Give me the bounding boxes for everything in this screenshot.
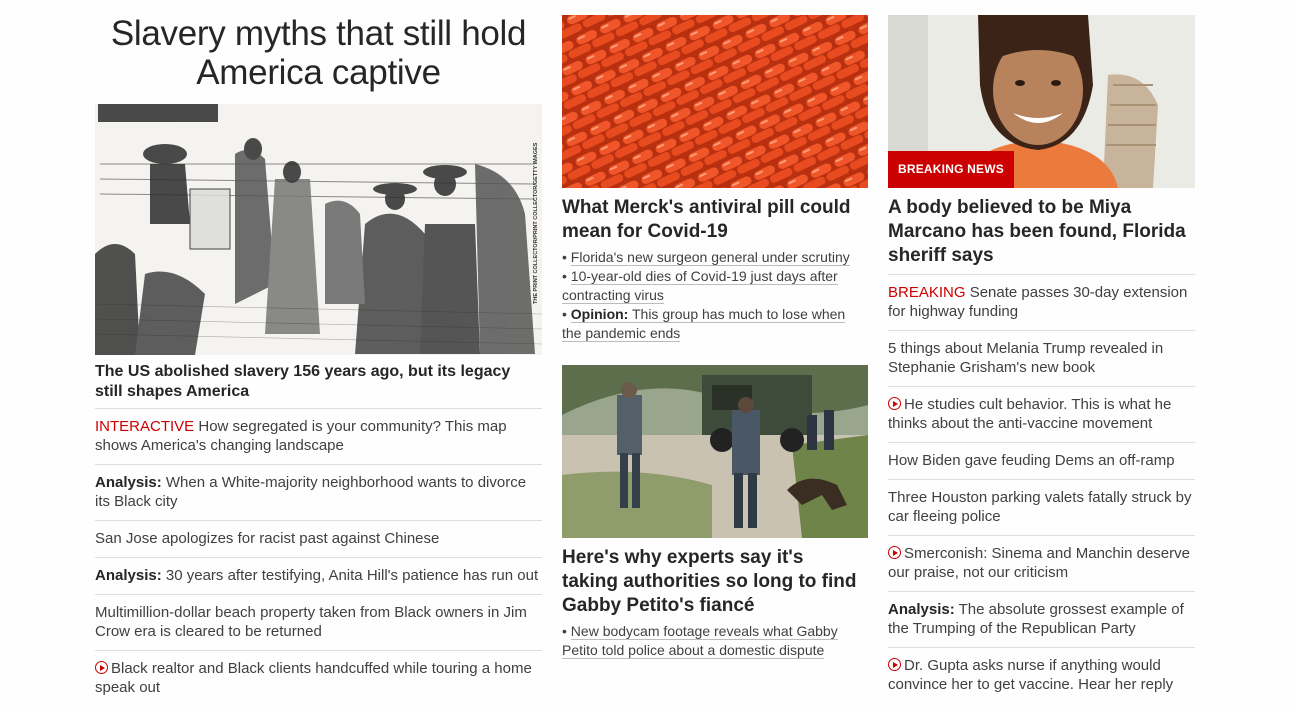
play-video-icon xyxy=(95,661,108,674)
slavery-illustration[interactable]: THE PRINT COLLECTOR/PRINT COLLECTOR/GETT… xyxy=(95,104,542,355)
list-item[interactable]: San Jose apologizes for racist past agai… xyxy=(95,520,542,557)
list-item[interactable]: Analysis: 30 years after testifying, Ani… xyxy=(95,557,542,594)
bullet-item: • Opinion: This group has much to lose w… xyxy=(562,306,846,342)
list-item[interactable]: Dr. Gupta asks nurse if anything would c… xyxy=(888,647,1195,703)
marcano-headline[interactable]: A body believed to be Miya Marcano has b… xyxy=(888,196,1188,268)
play-video-icon xyxy=(888,658,901,671)
opinion-tag: Opinion: xyxy=(570,306,629,322)
bullet-link[interactable]: Florida's new surgeon general under scru… xyxy=(570,249,850,266)
list-item[interactable]: He studies cult behavior. This is what h… xyxy=(888,386,1195,442)
play-video-icon xyxy=(888,397,901,410)
list-item[interactable]: BREAKING Senate passes 30-day extension … xyxy=(888,274,1195,330)
petito-headline[interactable]: Here's why experts say it's taking autho… xyxy=(562,546,862,618)
analysis-tag: Analysis: xyxy=(95,474,162,491)
list-item-text: He studies cult behavior. This is what h… xyxy=(888,396,1172,432)
play-video-icon xyxy=(888,546,901,559)
analysis-tag: Analysis: xyxy=(95,567,162,584)
bullet-item: • 10-year-old dies of Covid-19 just days… xyxy=(562,268,838,304)
analysis-tag: Analysis: xyxy=(888,601,955,618)
list-item[interactable]: How Biden gave feuding Dems an off-ramp xyxy=(888,442,1195,479)
list-item[interactable]: Analysis: When a White-majority neighbor… xyxy=(95,464,542,520)
list-item-text: 5 things about Melania Trump revealed in… xyxy=(888,340,1164,376)
interactive-tag: INTERACTIVE xyxy=(95,418,195,435)
bullet-item: • New bodycam footage reveals what Gabby… xyxy=(562,623,838,659)
bullet-item: • Florida's new surgeon general under sc… xyxy=(562,249,850,266)
search-party-image[interactable] xyxy=(562,365,868,538)
list-item-text: How Biden gave feuding Dems an off-ramp xyxy=(888,452,1175,469)
list-item-text: Black realtor and Black clients handcuff… xyxy=(95,660,532,696)
list-item[interactable]: Black realtor and Black clients handcuff… xyxy=(95,650,542,706)
list-item-text: San Jose apologizes for racist past agai… xyxy=(95,530,440,547)
list-item-text: Smerconish: Sinema and Manchin deserve o… xyxy=(888,545,1190,581)
pills-art xyxy=(562,15,868,188)
breaking-tag: BREAKING xyxy=(888,284,966,301)
list-item-text: 30 years after testifying, Anita Hill's … xyxy=(165,567,539,584)
merck-headline[interactable]: What Merck's antiviral pill could mean f… xyxy=(562,196,862,244)
search-party-art xyxy=(562,365,868,538)
list-item[interactable]: Multimillion-dollar beach property taken… xyxy=(95,594,542,650)
main-headline[interactable]: The US abolished slavery 156 years ago, … xyxy=(95,362,542,402)
pills-image[interactable] xyxy=(562,15,868,188)
feature-title[interactable]: Slavery myths that still hold America ca… xyxy=(95,14,542,92)
marcano-photo[interactable]: BREAKING NEWS xyxy=(888,15,1195,188)
merck-bullets: • Florida's new surgeon general under sc… xyxy=(562,248,868,343)
related-list: INTERACTIVE How segregated is your commu… xyxy=(95,408,542,706)
list-item[interactable]: Three Houston parking valets fatally str… xyxy=(888,479,1195,535)
petito-bullets: • New bodycam footage reveals what Gabby… xyxy=(562,622,868,660)
bullet-link[interactable]: New bodycam footage reveals what Gabby P… xyxy=(562,623,838,659)
list-item-text: Multimillion-dollar beach property taken… xyxy=(95,604,527,640)
breaking-news-badge: BREAKING NEWS xyxy=(888,151,1014,188)
list-item[interactable]: 5 things about Melania Trump revealed in… xyxy=(888,330,1195,386)
image-credit: THE PRINT COLLECTOR/PRINT COLLECTOR/GETT… xyxy=(533,142,539,304)
list-item[interactable]: Smerconish: Sinema and Manchin deserve o… xyxy=(888,535,1195,591)
list-item[interactable]: INTERACTIVE How segregated is your commu… xyxy=(95,408,542,464)
list-item-text: Three Houston parking valets fatally str… xyxy=(888,489,1192,525)
engraving-art xyxy=(95,104,542,355)
bullet-link[interactable]: 10-year-old dies of Covid-19 just days a… xyxy=(562,268,838,304)
list-item-text: Dr. Gupta asks nurse if anything would c… xyxy=(888,657,1174,693)
list-item[interactable]: Analysis: The absolute grossest example … xyxy=(888,591,1195,647)
breaking-list: BREAKING Senate passes 30-day extension … xyxy=(888,274,1195,703)
bullet-link[interactable]: Opinion: This group has much to lose whe… xyxy=(562,306,846,342)
